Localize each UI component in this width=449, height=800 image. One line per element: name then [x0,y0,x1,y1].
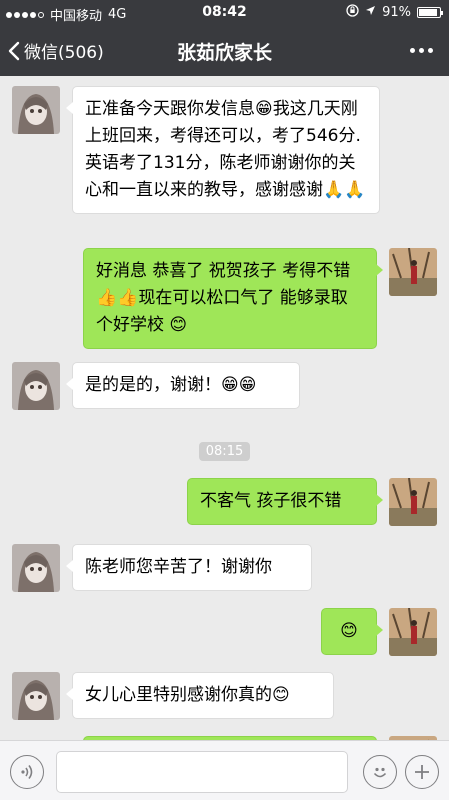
message-text: 正准备今天跟你发信息😁我这几天刚上班回来，考得还可以，考了546分.英语考了13… [85,99,366,200]
plus-icon [415,765,429,779]
voice-button[interactable] [10,755,44,789]
outgoing-bubble[interactable]: 不客气 孩子很不错 [187,478,383,525]
message-text: 不客气 孩子很不错 [200,491,342,511]
chat-title: 张茹欣家长 [176,42,272,64]
incoming-bubble[interactable]: 是的是的，谢谢！😁😁 [66,362,300,409]
timestamp-divider: 08:15 [0,440,449,461]
battery-icon [417,7,443,18]
contact-avatar[interactable] [12,672,60,720]
status-bar: 中国移动 4G 08:42 91% [0,0,449,26]
location-icon [365,5,376,20]
status-right: 91% [346,4,443,21]
input-bar [0,740,449,800]
user-avatar[interactable] [389,478,437,526]
incoming-bubble[interactable]: 正准备今天跟你发信息😁我这几天刚上班回来，考得还可以，考了546分.英语考了13… [66,86,380,214]
plus-button[interactable] [405,755,439,789]
incoming-bubble[interactable]: 陈老师您辛苦了！谢谢你 [66,544,312,591]
outgoing-bubble[interactable]: 😊 [321,608,383,655]
ellipsis-icon[interactable] [410,48,433,53]
message-text: 陈老师您辛苦了！谢谢你 [85,557,272,577]
contact-avatar[interactable] [12,544,60,592]
battery-percent: 91% [382,5,411,20]
user-avatar[interactable] [389,248,437,296]
chat-header: 微信(506) 张茹欣家长 [0,26,449,76]
contact-avatar[interactable] [12,86,60,134]
chat-area[interactable]: 正准备今天跟你发信息😁我这几天刚上班回来，考得还可以，考了546分.英语考了13… [0,76,449,740]
message-text: 是的是的，谢谢！😁😁 [85,375,257,395]
message-text: 😊 [340,621,358,641]
emoji-icon [373,767,387,778]
contact-avatar[interactable] [12,362,60,410]
timestamp-label: 08:15 [198,442,251,461]
emoji-button[interactable] [363,755,397,789]
message-input[interactable] [56,751,348,793]
voice-icon [21,765,33,779]
message-text: 好消息 恭喜了 祝贺孩子 考得不错 👍👍现在可以松口气了 能够录取个好学校 😊 [96,261,351,335]
message-text: 女儿心里特别感谢你真的😊 [85,685,290,705]
incoming-bubble[interactable]: 女儿心里特别感谢你真的😊 [66,672,334,719]
user-avatar[interactable] [389,608,437,656]
outgoing-bubble[interactable]: 好消息 恭喜了 祝贺孩子 考得不错 👍👍现在可以松口气了 能够录取个好学校 😊 [83,248,383,349]
rotation-lock-icon [346,4,359,21]
